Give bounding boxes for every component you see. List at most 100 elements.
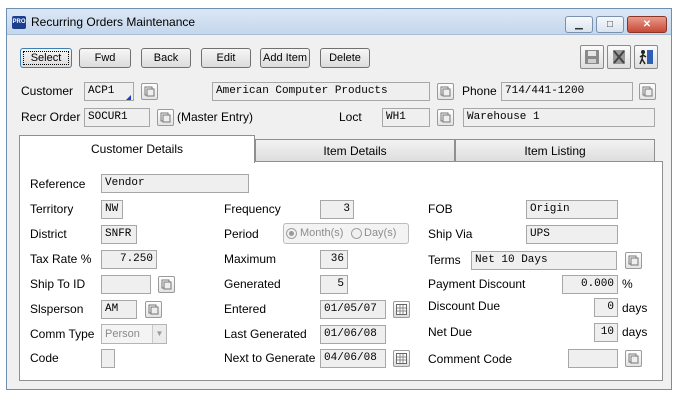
chevron-down-icon: ▼ — [152, 325, 166, 343]
net-due-field[interactable]: 10 — [594, 323, 618, 342]
link-marker — [126, 95, 131, 100]
lookup-icon — [628, 255, 639, 266]
ship-to-lookup-button[interactable] — [158, 276, 175, 293]
window: PRO Recurring Orders Maintenance ▁ □ ✕ S… — [6, 8, 672, 390]
generated-label: Generated — [224, 277, 281, 291]
comment-code-lookup-button[interactable] — [625, 350, 642, 367]
lookup-icon — [148, 304, 159, 315]
period-day-radio[interactable] — [351, 228, 362, 239]
app-icon: PRO — [12, 16, 26, 29]
close-button[interactable]: ✕ — [627, 16, 667, 33]
tab-customer-details[interactable]: Customer Details — [19, 135, 255, 163]
add-item-button[interactable]: Add Item — [260, 48, 310, 68]
comm-type-select[interactable]: Person ▼ — [101, 324, 167, 344]
lookup-icon — [144, 86, 155, 97]
recr-order-lookup-button[interactable] — [157, 109, 174, 126]
customer-name-lookup-button[interactable] — [437, 83, 454, 100]
last-generated-field[interactable]: 01/06/08 — [320, 325, 386, 344]
customer-details-panel — [19, 161, 663, 381]
maximum-label: Maximum — [224, 252, 277, 266]
period-month-label: Month(s) — [300, 227, 344, 239]
lookup-icon — [642, 86, 653, 97]
next-generate-calendar-button[interactable] — [393, 350, 410, 367]
period-month-radio[interactable] — [286, 228, 297, 239]
ship-to-label: Ship To ID — [30, 277, 86, 291]
maximize-button[interactable]: □ — [596, 16, 624, 33]
delete-button[interactable]: Delete — [320, 48, 370, 68]
phone-field[interactable]: 714/441-1200 — [501, 82, 633, 101]
terms-label: Terms — [428, 253, 461, 267]
discount-due-label: Discount Due — [428, 299, 501, 313]
select-button[interactable]: Select — [20, 48, 72, 68]
exit-button[interactable] — [634, 45, 658, 69]
loct-name-field[interactable]: Warehouse 1 — [463, 108, 655, 127]
terms-lookup-button[interactable] — [625, 252, 642, 269]
frequency-field[interactable]: 3 — [320, 200, 354, 219]
edit-button[interactable]: Edit — [201, 48, 251, 68]
net-due-unit: days — [622, 325, 648, 339]
discount-due-unit: days — [622, 301, 648, 315]
loct-lookup-button[interactable] — [437, 109, 454, 126]
frequency-label: Frequency — [224, 202, 281, 216]
entered-label: Entered — [224, 302, 267, 316]
discount-due-field[interactable]: 0 — [594, 298, 618, 317]
loct-field[interactable]: WH1 — [382, 108, 430, 127]
maximum-field[interactable]: 36 — [320, 250, 348, 269]
customer-name-field[interactable]: American Computer Products — [212, 82, 430, 101]
lookup-icon — [160, 112, 171, 123]
tab-item-details[interactable]: Item Details — [255, 139, 455, 163]
recr-order-field[interactable]: SOCUR1 — [84, 108, 150, 127]
fob-field[interactable]: Origin — [526, 200, 618, 219]
payment-discount-label: Payment Discount — [428, 277, 526, 291]
district-field[interactable]: SNFR — [101, 225, 137, 244]
lookup-icon — [440, 112, 451, 123]
slsperson-label: Slsperson — [30, 302, 84, 316]
last-generated-label: Last Generated — [224, 327, 307, 341]
next-generate-label: Next to Generate — [224, 351, 316, 365]
save-icon — [585, 50, 599, 64]
tab-item-listing[interactable]: Item Listing — [455, 139, 655, 163]
next-generate-field[interactable]: 04/06/08 — [320, 349, 386, 368]
district-label: District — [30, 227, 67, 241]
delete-record-button[interactable] — [607, 45, 631, 69]
minimize-button[interactable]: ▁ — [565, 16, 593, 33]
period-label: Period — [224, 227, 259, 241]
fob-label: FOB — [428, 202, 453, 216]
territory-label: Territory — [30, 202, 74, 216]
tax-rate-field[interactable]: 7.250 — [101, 250, 157, 269]
entered-calendar-button[interactable] — [393, 301, 410, 318]
code-field[interactable] — [101, 349, 115, 368]
terms-field[interactable]: Net 10 Days — [471, 251, 617, 270]
fwd-button[interactable]: Fwd — [79, 48, 131, 68]
reference-field[interactable]: Vendor — [101, 174, 249, 193]
recr-order-label: Recr Order — [21, 110, 81, 124]
back-button[interactable]: Back — [141, 48, 191, 68]
slsperson-field[interactable]: AM — [101, 300, 137, 319]
reference-label: Reference — [30, 177, 86, 191]
period-day-label: Day(s) — [364, 227, 397, 239]
slsperson-lookup-button[interactable] — [145, 301, 162, 318]
generated-field[interactable]: 5 — [320, 275, 348, 294]
customer-lookup-button[interactable] — [141, 83, 158, 100]
comment-code-label: Comment Code — [428, 352, 513, 366]
code-label: Code — [30, 351, 59, 365]
phone-lookup-button[interactable] — [639, 83, 656, 100]
entered-field[interactable]: 01/05/07 — [320, 300, 386, 319]
calendar-icon — [396, 304, 407, 315]
territory-field[interactable]: NW — [101, 200, 123, 219]
calendar-icon — [396, 353, 407, 364]
tax-rate-label: Tax Rate % — [30, 252, 92, 266]
save-button[interactable] — [580, 45, 604, 69]
comment-code-field[interactable] — [568, 349, 618, 368]
loct-label: Loct — [339, 110, 362, 124]
payment-discount-field[interactable]: 0.000 — [562, 275, 618, 294]
delete-record-icon — [613, 50, 625, 64]
comm-type-label: Comm Type — [30, 327, 95, 341]
ship-via-field[interactable]: UPS — [526, 225, 618, 244]
lookup-icon — [628, 353, 639, 364]
ship-via-label: Ship Via — [428, 227, 473, 241]
ship-to-field[interactable] — [101, 275, 151, 294]
exit-icon — [639, 50, 653, 65]
window-title: Recurring Orders Maintenance — [31, 15, 196, 29]
percent-sign: % — [622, 277, 633, 291]
